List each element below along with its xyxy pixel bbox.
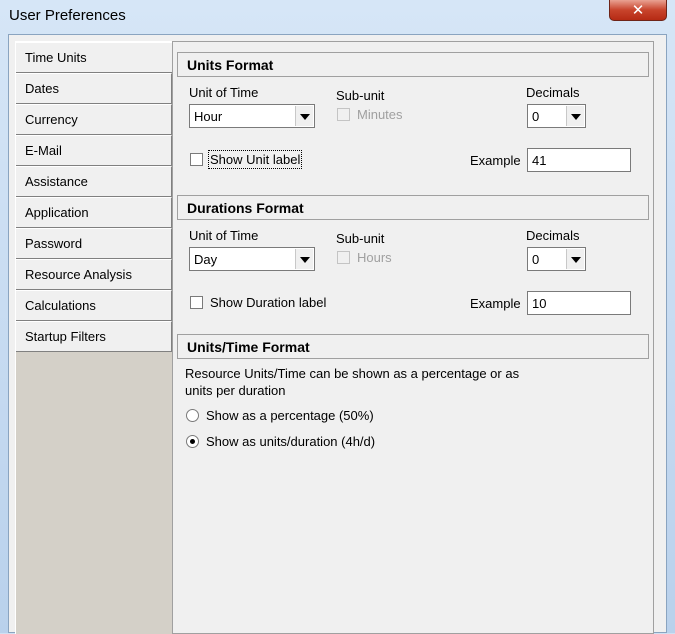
- unit-of-time-select[interactable]: Hour: [189, 104, 315, 128]
- sidebar-item-label: Dates: [25, 81, 59, 96]
- units-time-format-section: Units/Time Format Resource Units/Time ca…: [177, 334, 649, 464]
- unit-of-time-label: Unit of Time: [189, 228, 259, 243]
- chevron-down-icon: [566, 249, 584, 269]
- sidebar-item-password[interactable]: Password: [16, 228, 172, 259]
- sidebar-item-application[interactable]: Application: [16, 197, 172, 228]
- units-duration-radio[interactable]: [186, 435, 199, 448]
- chevron-down-icon: [566, 106, 584, 126]
- preferences-sidebar: Time Units Dates Currency E-Mail Assista…: [15, 41, 173, 634]
- duration-decimals-select[interactable]: 0: [527, 247, 586, 271]
- chevron-down-icon: [295, 249, 313, 269]
- user-preferences-window: User Preferences ✕ Time Units Dates Curr…: [0, 0, 675, 634]
- sidebar-item-startup-filters[interactable]: Startup Filters: [16, 321, 172, 352]
- units-time-format-header: Units/Time Format: [177, 334, 649, 359]
- section-title: Units/Time Format: [187, 339, 310, 355]
- window-title: User Preferences: [9, 7, 126, 24]
- unit-of-time-label: Unit of Time: [189, 85, 259, 100]
- sidebar-item-label: Resource Analysis: [25, 267, 132, 282]
- chevron-down-icon: [295, 106, 313, 126]
- example-label: Example: [470, 153, 521, 168]
- sidebar-item-label: Calculations: [25, 298, 96, 313]
- units-time-description-line2: units per duration: [185, 383, 286, 398]
- durations-format-header: Durations Format: [177, 195, 649, 220]
- percentage-radio-label[interactable]: Show as a percentage (50%): [206, 408, 374, 423]
- sidebar-item-resource-analysis[interactable]: Resource Analysis: [16, 259, 172, 290]
- durations-format-section: Durations Format Unit of Time Day Sub-un…: [177, 195, 649, 335]
- sidebar-item-label: Assistance: [25, 174, 88, 189]
- close-icon: ✕: [631, 1, 645, 19]
- sidebar-item-calculations[interactable]: Calculations: [16, 290, 172, 321]
- sidebar-item-label: Password: [25, 236, 83, 251]
- section-title: Durations Format: [187, 200, 304, 216]
- close-button[interactable]: ✕: [609, 0, 667, 21]
- units-example-field[interactable]: 41: [527, 148, 631, 172]
- section-title: Units Format: [187, 57, 274, 73]
- units-format-section: Units Format Unit of Time Hour Sub-unit …: [177, 52, 649, 192]
- show-unit-label-checkbox[interactable]: [190, 153, 203, 166]
- sidebar-item-label: Currency: [25, 112, 78, 127]
- decimals-label: Decimals: [526, 85, 580, 100]
- percentage-radio[interactable]: [186, 409, 199, 422]
- sidebar-item-email[interactable]: E-Mail: [16, 135, 172, 166]
- unit-of-time-value: Hour: [194, 109, 223, 124]
- show-duration-label-text[interactable]: Show Duration label: [210, 295, 326, 310]
- hours-label: Hours: [357, 250, 392, 265]
- duration-unit-of-time-select[interactable]: Day: [189, 247, 315, 271]
- sidebar-item-label: E-Mail: [25, 143, 62, 158]
- sidebar-item-label: Application: [25, 205, 89, 220]
- sidebar-item-currency[interactable]: Currency: [16, 104, 172, 135]
- sidebar-item-dates[interactable]: Dates: [16, 73, 172, 104]
- sidebar-item-time-units[interactable]: Time Units: [16, 42, 173, 73]
- show-duration-label-checkbox[interactable]: [190, 296, 203, 309]
- sidebar-item-label: Startup Filters: [25, 329, 106, 344]
- subunit-label: Sub-unit: [336, 231, 385, 246]
- title-bar[interactable]: User Preferences ✕: [0, 0, 675, 34]
- units-example-value: 41: [532, 153, 547, 168]
- duration-decimals-value: 0: [532, 252, 540, 267]
- decimals-value: 0: [532, 109, 540, 124]
- durations-example-field[interactable]: 10: [527, 291, 631, 315]
- units-duration-radio-label[interactable]: Show as units/duration (4h/d): [206, 434, 375, 449]
- minutes-label: Minutes: [357, 107, 403, 122]
- hours-checkbox[interactable]: [337, 251, 350, 264]
- example-label: Example: [470, 296, 521, 311]
- show-unit-label-text[interactable]: Show Unit label: [207, 150, 303, 169]
- subunit-label: Sub-unit: [336, 88, 385, 103]
- sidebar-item-label: Time Units: [25, 50, 87, 65]
- units-time-description-line1: Resource Units/Time can be shown as a pe…: [185, 366, 520, 381]
- time-units-panel: Units Format Unit of Time Hour Sub-unit …: [172, 41, 654, 634]
- dialog-body: Time Units Dates Currency E-Mail Assista…: [8, 34, 667, 634]
- duration-unit-of-time-value: Day: [194, 252, 218, 267]
- minutes-checkbox[interactable]: [337, 108, 350, 121]
- sidebar-item-assistance[interactable]: Assistance: [16, 166, 172, 197]
- durations-example-value: 10: [532, 296, 547, 311]
- decimals-label: Decimals: [526, 228, 580, 243]
- units-format-header: Units Format: [177, 52, 649, 77]
- decimals-select[interactable]: 0: [527, 104, 586, 128]
